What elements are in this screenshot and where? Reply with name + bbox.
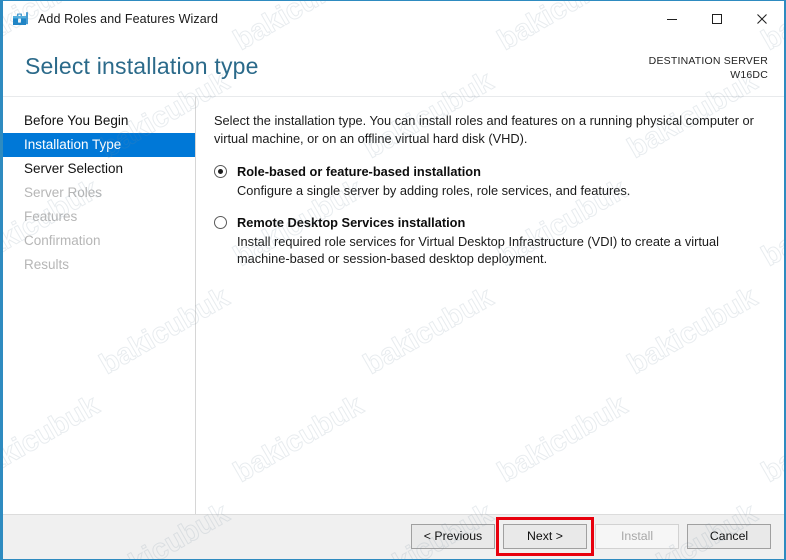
window-controls — [649, 1, 784, 37]
wizard-window: Add Roles and Features Wizard Select ins… — [0, 0, 786, 560]
footer-buttons: < Previous Next > Install Cancel — [411, 517, 771, 556]
sidebar-item-server-roles: Server Roles — [24, 185, 103, 200]
sidebar-item-confirmation: Confirmation — [24, 233, 101, 248]
option-remote-desktop-services-description: Install required role services for Virtu… — [237, 233, 719, 267]
next-button[interactable]: Next > — [503, 524, 587, 549]
destination-server-block: DESTINATION SERVER W16DC — [649, 54, 768, 82]
option-role-based-label: Role-based or feature-based installation — [237, 164, 481, 179]
sidebar-item-results: Results — [24, 257, 70, 272]
radio-role-based[interactable] — [214, 165, 227, 178]
minimize-icon[interactable] — [649, 1, 694, 37]
option-role-based[interactable]: Role-based or feature-based installation… — [214, 163, 768, 200]
destination-server-name: W16DC — [730, 69, 768, 81]
option-remote-desktop-services-label: Remote Desktop Services installation — [237, 214, 466, 230]
radio-remote-desktop-services[interactable] — [214, 215, 227, 229]
previous-button[interactable]: < Previous — [411, 524, 495, 549]
intro-text: Select the installation type. You can in… — [214, 113, 754, 146]
footer-bar: < Previous Next > Install Cancel — [3, 514, 784, 559]
destination-server-label: DESTINATION SERVER — [648, 55, 768, 67]
next-button-wrapper: Next > — [496, 517, 594, 556]
option-remote-desktop-services[interactable]: Remote Desktop Services installation Ins… — [214, 214, 768, 268]
main-panel: Select the installation type. You can in… — [197, 97, 784, 515]
window-title: Add Roles and Features Wizard — [38, 12, 219, 26]
sidebar-item-installation-type[interactable]: Installation Type — [3, 133, 195, 157]
sidebar-item-before-you-begin[interactable]: Before You Begin — [3, 109, 195, 133]
install-button: Install — [595, 524, 679, 549]
page-title: Select installation type — [25, 53, 259, 79]
title-bar: Add Roles and Features Wizard — [3, 1, 784, 37]
page-header: Select installation type DESTINATION SER… — [3, 37, 784, 97]
close-icon[interactable] — [739, 1, 784, 37]
server-tools-icon — [12, 10, 30, 28]
wizard-steps-sidebar: Before You Begin Installation Type Serve… — [3, 97, 196, 515]
maximize-icon[interactable] — [694, 1, 739, 37]
sidebar-item-features: Features — [24, 209, 78, 224]
sidebar-item-server-selection[interactable]: Server Selection — [3, 157, 195, 181]
cancel-button[interactable]: Cancel — [687, 524, 771, 549]
option-role-based-description: Configure a single server by adding role… — [237, 183, 631, 198]
content-area: Before You Begin Installation Type Serve… — [3, 97, 784, 515]
